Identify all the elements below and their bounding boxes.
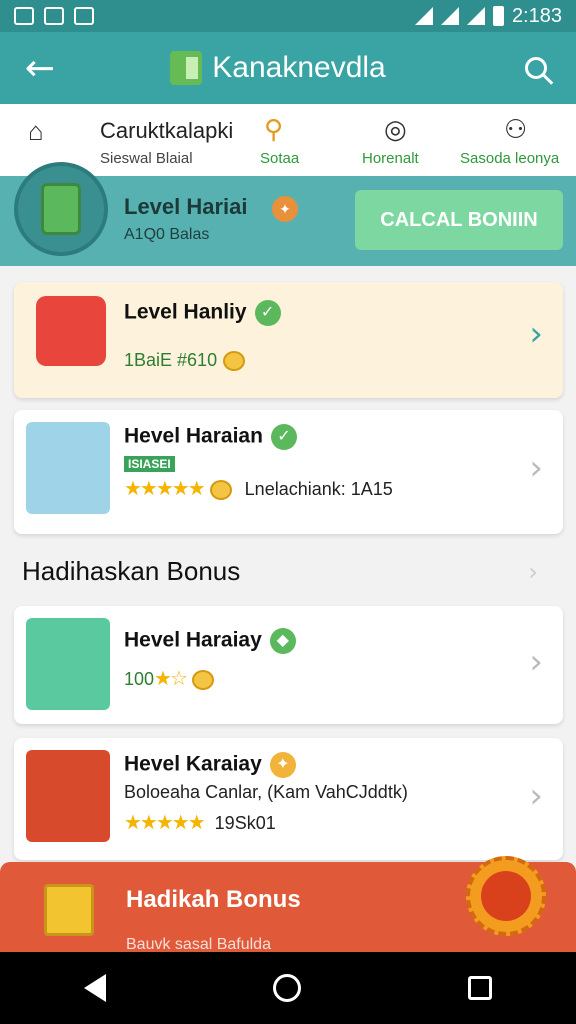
chevron-right-icon[interactable]: ›	[529, 448, 543, 488]
rating-stars: ★★★★★	[124, 478, 206, 500]
book-stars-icon	[36, 296, 106, 366]
seal-badge-icon	[466, 856, 546, 936]
tab-profile-sub: Sasoda leonya	[460, 150, 560, 167]
bonus-sign-icon	[44, 884, 94, 936]
tab-home-title: Caruktkalapki	[100, 118, 234, 143]
card-title: Hevel Haraian ✓	[124, 424, 297, 450]
nav-tabs: ⌂ Caruktkalapki Sieswal Blaial ⚲ Sotaa ◎…	[0, 104, 576, 176]
tab-search-sub: Sotaa	[260, 150, 300, 167]
diamond-icon: ◆	[269, 628, 296, 654]
tab-home-sub: Sieswal Blaial	[100, 150, 193, 167]
card-title: Level Hanliy ✓	[124, 300, 281, 326]
level-title: Level Hariai	[124, 194, 248, 219]
magnifier-icon: ⚲	[264, 114, 284, 144]
nav-back-button[interactable]	[83, 974, 106, 1002]
card-tag-line: ISIASEI	[124, 452, 175, 473]
level-book-icon	[41, 183, 81, 235]
signal-icon	[440, 7, 459, 25]
check-icon: ✓	[270, 424, 297, 450]
wifi-icon	[414, 7, 433, 25]
medal-icon: ✦	[269, 752, 296, 778]
card-line: Boloeaha Canlar, (Kam VahCJddtk)	[124, 782, 408, 802]
status-bar: 2:183	[0, 0, 576, 32]
rating-stars: ★☆	[154, 668, 188, 690]
card-title: Hevel Karaiay ✦	[124, 752, 296, 778]
book-badge-icon	[26, 618, 110, 710]
battery-icon	[492, 6, 504, 26]
back-button[interactable]: ←	[0, 48, 80, 89]
notification-icon: ◎	[384, 114, 407, 144]
gallery-icon	[14, 7, 34, 25]
tab-search[interactable]: ⚲ Sotaa	[240, 104, 340, 176]
section-title: Hadihaskan Bonus	[22, 556, 241, 586]
nav-home-button[interactable]	[272, 974, 301, 1002]
user-icon: ⚇	[504, 114, 528, 144]
card-title: Hevel Haraiay ◆	[124, 628, 296, 654]
tab-notifications-sub: Horenalt	[362, 150, 419, 167]
bonus-panel[interactable]: Hadikah Bonus Bauvk sasal Bafulda	[0, 856, 576, 953]
tab-notifications[interactable]: ◎ Horenalt	[340, 104, 460, 176]
chevron-right-icon[interactable]: ›	[529, 642, 543, 682]
level-banner: Level Hariai ✦ A1Q0 Balas CALCAL BONIIN	[0, 162, 576, 266]
card-line: 1BaiE #610	[124, 350, 246, 372]
chevron-right-icon[interactable]: ›	[528, 558, 538, 586]
bonus-title: Hadikah Bonus	[126, 886, 301, 913]
trophy-icon	[26, 750, 110, 842]
rating-stars: ★★★★★	[124, 812, 206, 834]
list-item[interactable]: Hevel Haraiay ◆ 100★☆ ›	[14, 606, 563, 724]
claim-bonus-button[interactable]: CALCAL BONIIN	[355, 190, 563, 250]
nav-recents-button[interactable]	[468, 976, 493, 1000]
avatar	[14, 162, 108, 256]
list-item[interactable]: Hevel Karaiay ✦ Boloeaha Canlar, (Kam Vah…	[14, 738, 563, 860]
signal-icon-2	[466, 7, 485, 25]
coin-icon	[209, 480, 232, 501]
list-item[interactable]: Level Hanliy ✓ 1BaiE #610 ›	[14, 282, 563, 398]
tab-home[interactable]: ⌂ Caruktkalapki Sieswal Blaial	[0, 104, 240, 176]
chevron-right-icon[interactable]: ›	[529, 314, 543, 354]
app-title: Kanaknevdla	[212, 51, 386, 84]
coin-icon	[191, 670, 214, 691]
tab-profile[interactable]: ⚇ Sasoda leonya	[460, 104, 576, 176]
status-badge: ISIASEI	[124, 456, 175, 472]
app-bar: ← Kanaknevdla	[0, 32, 576, 104]
chevron-right-icon[interactable]: ›	[529, 776, 543, 816]
home-icon: ⌂	[28, 116, 44, 146]
medal-icon: ✦	[272, 196, 298, 222]
card-line-2: ★★★★★ 19Sk01	[124, 812, 276, 834]
status-time: 2:183	[511, 4, 562, 27]
chat-icon	[44, 7, 64, 25]
card-line: ★★★★★ Lnelachiank: 1A15	[124, 478, 393, 501]
system-nav-bar	[0, 952, 576, 1024]
coin-icon	[223, 351, 246, 372]
card-line: 100★☆	[124, 666, 214, 691]
search-button[interactable]	[496, 57, 576, 79]
check-icon: ✓	[254, 300, 281, 326]
list-item[interactable]: Hevel Haraian ✓ ISIASEI ★★★★★ Lnelachiank…	[14, 410, 563, 534]
search-icon	[525, 57, 547, 79]
level-subtitle: A1Q0 Balas	[124, 226, 210, 243]
image-icon	[74, 7, 94, 25]
app-logo-icon	[170, 51, 203, 85]
child-reading-image	[26, 422, 110, 514]
